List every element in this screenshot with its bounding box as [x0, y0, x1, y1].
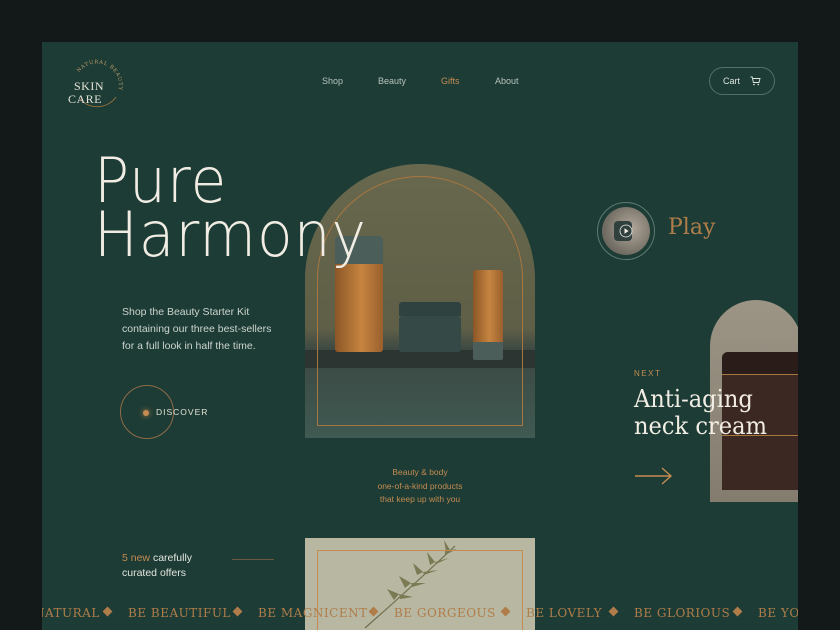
tagline-line-3: that keep up with you	[379, 494, 461, 504]
marquee-word: BE BEAUTIFUL	[128, 606, 231, 620]
page-title: Pure Harmony	[94, 150, 367, 271]
offers-text-1: carefully	[152, 552, 193, 564]
new-offers: 5 new carefully curated offers	[122, 551, 192, 581]
hero-description: Shop the Beauty Starter Kit containing o…	[122, 304, 302, 355]
diamond-icon	[608, 606, 619, 617]
marquee-word: BE YOU	[758, 606, 798, 620]
desc-line-1: Shop the Beauty Starter Kit	[122, 306, 250, 318]
cart-label: Cart	[722, 76, 740, 86]
tagline-line-1: Beauty & body	[392, 467, 448, 477]
discover-dot-icon	[143, 410, 149, 416]
next-title-line-2: neck cream	[634, 412, 767, 440]
nav-shop[interactable]: Shop	[322, 76, 343, 86]
diamond-icon	[368, 606, 379, 617]
logo-word-bottom: CARE	[68, 92, 103, 106]
cart-icon	[750, 76, 761, 86]
play-video-button[interactable]	[597, 202, 655, 260]
marquee-word: BE GLORIOUS	[634, 606, 731, 620]
marquee-word: BE GORGEOUS	[394, 606, 496, 620]
diamond-icon	[102, 606, 113, 617]
next-product-title[interactable]: Anti-aging neck cream	[634, 386, 794, 440]
page-frame: NATURAL BEAUTY SKIN CARE Shop Beauty Gif…	[42, 42, 798, 630]
title-line-2: Harmony	[94, 198, 367, 271]
nav-about[interactable]: About	[495, 76, 519, 86]
play-icon	[619, 224, 633, 238]
offers-divider	[232, 559, 274, 560]
marquee-word: BE MAGNICENT	[258, 606, 368, 620]
logo[interactable]: NATURAL BEAUTY SKIN CARE	[66, 54, 128, 116]
marquee-word: NATURAL	[42, 606, 100, 620]
next-label: NEXT	[634, 369, 662, 378]
offers-count: 5 new	[122, 552, 151, 564]
showcase-tagline: Beauty & body one-of-a-kind products tha…	[362, 466, 478, 507]
logo-word-top: SKIN	[74, 79, 105, 93]
marquee: NATURAL BE BEAUTIFUL BE MAGNICENT BE GOR…	[42, 604, 798, 624]
diamond-icon	[232, 606, 243, 617]
marquee-word: BE LOVELY	[526, 606, 603, 620]
diamond-icon	[500, 606, 511, 617]
diamond-icon	[732, 606, 743, 617]
tagline-line-2: one-of-a-kind products	[377, 480, 463, 491]
nav-gifts[interactable]: Gifts	[441, 76, 460, 86]
discover-label[interactable]: DISCOVER	[156, 407, 208, 417]
arrow-right-icon[interactable]	[634, 466, 674, 486]
desc-line-2: containing our three best-sellers	[122, 323, 272, 335]
offers-text-2: curated offers	[122, 567, 187, 579]
play-label[interactable]: Play	[668, 215, 715, 240]
cart-button[interactable]: Cart	[709, 67, 775, 95]
nav-beauty[interactable]: Beauty	[378, 76, 406, 86]
next-title-line-1: Anti-aging	[634, 385, 753, 413]
desc-line-3: for a full look in half the time.	[122, 340, 256, 352]
